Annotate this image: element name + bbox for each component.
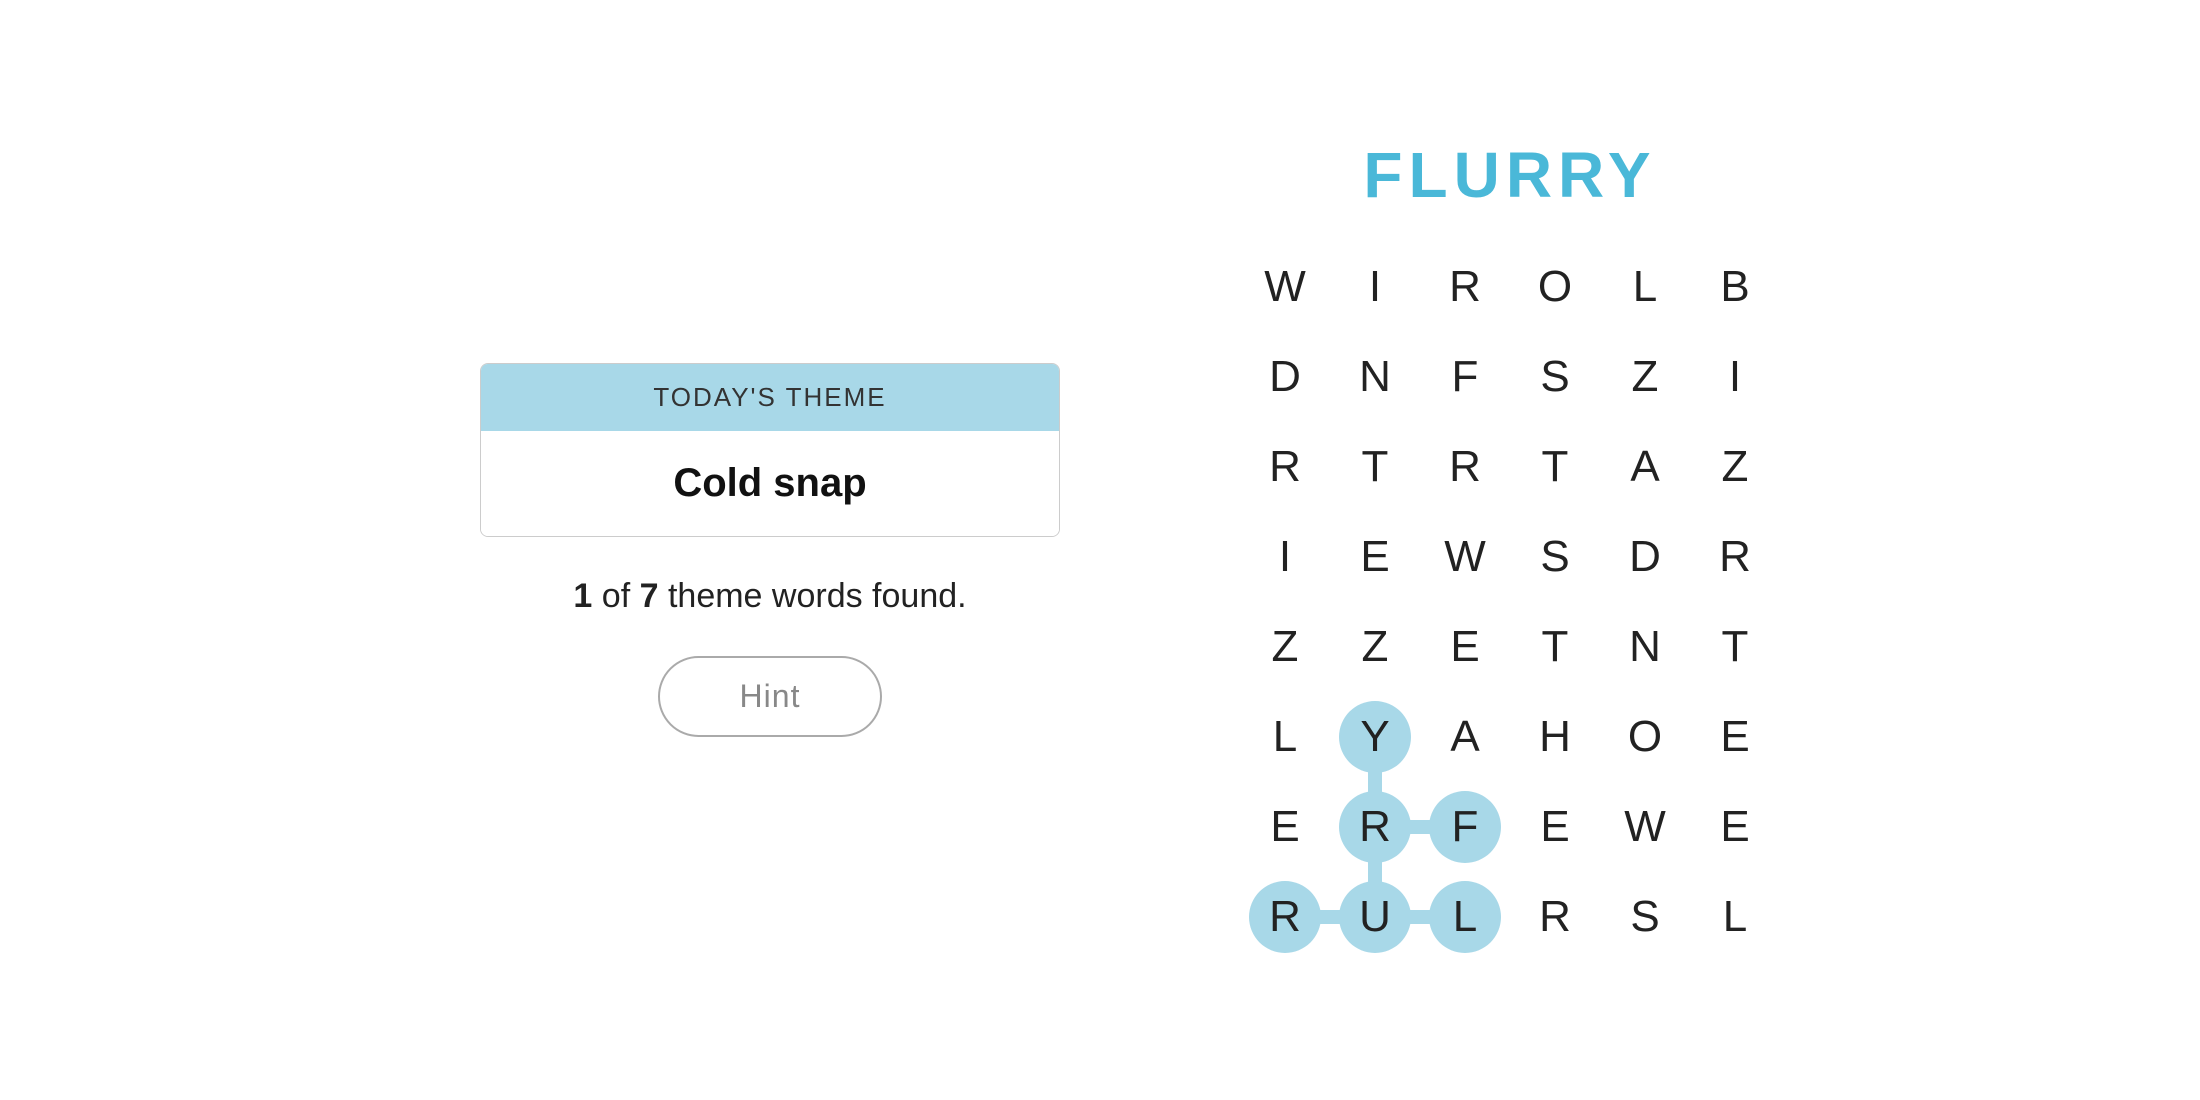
cell-r2-c2[interactable]: R	[1420, 422, 1510, 512]
cell-r4-c3[interactable]: T	[1510, 602, 1600, 692]
theme-label: TODAY'S THEME	[481, 364, 1059, 431]
cell-r1-c1[interactable]: N	[1330, 332, 1420, 422]
cell-r5-c3[interactable]: H	[1510, 692, 1600, 782]
cell-r7-c3[interactable]: R	[1510, 872, 1600, 962]
cell-r3-c2[interactable]: W	[1420, 512, 1510, 602]
cell-r0-c5[interactable]: B	[1690, 242, 1780, 332]
grid-wrapper: WIROLBDNFSZIRTRTAZIEWSDRZZETNTLYAHOEERFE…	[1240, 242, 1780, 962]
cell-r2-c3[interactable]: T	[1510, 422, 1600, 512]
cell-r6-c2[interactable]: F	[1420, 782, 1510, 872]
cell-r2-c0[interactable]: R	[1240, 422, 1330, 512]
cell-r6-c1[interactable]: R	[1330, 782, 1420, 872]
cell-r7-c0[interactable]: R	[1240, 872, 1330, 962]
theme-card: TODAY'S THEME Cold snap	[480, 363, 1060, 537]
letter-grid: WIROLBDNFSZIRTRTAZIEWSDRZZETNTLYAHOEERFE…	[1240, 242, 1780, 962]
cell-r0-c1[interactable]: I	[1330, 242, 1420, 332]
cell-r5-c4[interactable]: O	[1600, 692, 1690, 782]
cell-r5-c0[interactable]: L	[1240, 692, 1330, 782]
cell-r2-c1[interactable]: T	[1330, 422, 1420, 512]
cell-r5-c5[interactable]: E	[1690, 692, 1780, 782]
cell-r7-c4[interactable]: S	[1600, 872, 1690, 962]
main-container: TODAY'S THEME Cold snap 1 of 7 theme wor…	[0, 0, 2200, 1100]
cell-r7-c1[interactable]: U	[1330, 872, 1420, 962]
cell-r1-c0[interactable]: D	[1240, 332, 1330, 422]
cell-r4-c2[interactable]: E	[1420, 602, 1510, 692]
cell-r1-c2[interactable]: F	[1420, 332, 1510, 422]
cell-r3-c5[interactable]: R	[1690, 512, 1780, 602]
cell-r3-c4[interactable]: D	[1600, 512, 1690, 602]
cell-r3-c0[interactable]: I	[1240, 512, 1330, 602]
found-count: 1	[573, 577, 592, 615]
cell-r6-c3[interactable]: E	[1510, 782, 1600, 872]
cell-r4-c0[interactable]: Z	[1240, 602, 1330, 692]
cell-r6-c5[interactable]: E	[1690, 782, 1780, 872]
cell-r4-c5[interactable]: T	[1690, 602, 1780, 692]
theme-value: Cold snap	[481, 431, 1059, 536]
cell-r0-c2[interactable]: R	[1420, 242, 1510, 332]
cell-r3-c1[interactable]: E	[1330, 512, 1420, 602]
cell-r1-c3[interactable]: S	[1510, 332, 1600, 422]
cell-r7-c2[interactable]: L	[1420, 872, 1510, 962]
cell-r5-c1[interactable]: Y	[1330, 692, 1420, 782]
cell-r0-c3[interactable]: O	[1510, 242, 1600, 332]
cell-r4-c1[interactable]: Z	[1330, 602, 1420, 692]
cell-r6-c0[interactable]: E	[1240, 782, 1330, 872]
found-text: 1 of 7 theme words found.	[573, 577, 966, 616]
cell-r2-c4[interactable]: A	[1600, 422, 1690, 512]
found-of: of	[602, 577, 640, 615]
total-count: 7	[640, 577, 659, 615]
cell-r1-c5[interactable]: I	[1690, 332, 1780, 422]
cell-r0-c4[interactable]: L	[1600, 242, 1690, 332]
hint-button[interactable]: Hint	[658, 656, 883, 737]
cell-r3-c3[interactable]: S	[1510, 512, 1600, 602]
cell-r1-c4[interactable]: Z	[1600, 332, 1690, 422]
right-panel: FLURRY WIROLBDNFSZIRTRTAZIEWSDRZZETNTLYA…	[1240, 138, 1780, 962]
cell-r6-c4[interactable]: W	[1600, 782, 1690, 872]
cell-r0-c0[interactable]: W	[1240, 242, 1330, 332]
cell-r7-c5[interactable]: L	[1690, 872, 1780, 962]
game-title: FLURRY	[1363, 138, 1656, 212]
cell-r5-c2[interactable]: A	[1420, 692, 1510, 782]
found-suffix: theme words found.	[668, 577, 967, 615]
cell-r4-c4[interactable]: N	[1600, 602, 1690, 692]
cell-r2-c5[interactable]: Z	[1690, 422, 1780, 512]
left-panel: TODAY'S THEME Cold snap 1 of 7 theme wor…	[420, 363, 1120, 737]
